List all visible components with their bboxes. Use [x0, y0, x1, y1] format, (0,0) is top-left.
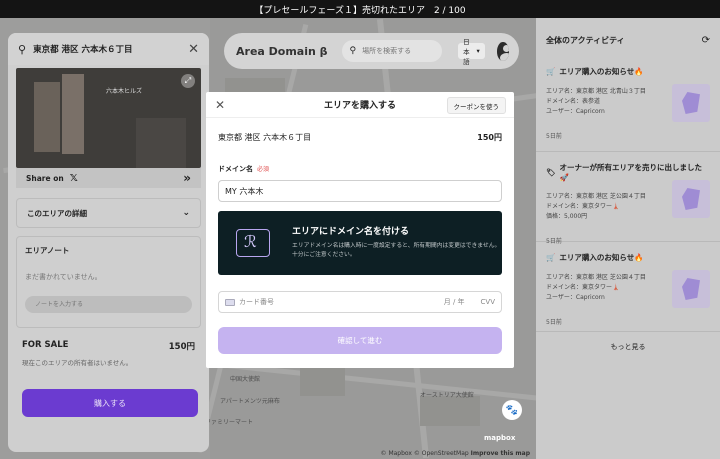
domain-name-input[interactable] [218, 180, 502, 202]
area-thumbnail [672, 270, 710, 308]
mapbox-logo[interactable]: mapbox [484, 434, 515, 442]
activity-date: 5日前 [546, 319, 562, 326]
activity-panel: 全体のアクティビティ ⟳ 🛒 エリア購入のお知らせ🔥 エリア名：東京都 港区 北青… [536, 18, 720, 459]
activity-item-title: オーナーが所有エリアを売りに出しました🚀 [559, 163, 703, 182]
domain-label: ドメイン名 必須 [206, 143, 514, 174]
area-thumbnail [672, 84, 710, 122]
area-price: 150円 [477, 133, 502, 142]
area-aerial-image: 六本木ヒルズ ⤢ [16, 68, 201, 168]
refresh-icon[interactable]: ⟳ [702, 35, 710, 46]
activity-date: 5日前 [546, 133, 562, 140]
activity-item[interactable]: 🛒 エリア購入のお知らせ🔥 エリア名：東京都 港区 北青山３丁目 ドメイン名：表参… [536, 62, 720, 151]
app-logo[interactable]: Area Domain β [236, 45, 328, 58]
chevron-down-icon: ⌄ [182, 208, 190, 218]
location-pin-icon: ⚲ [18, 42, 27, 56]
area-panel-header: ⚲ 東京都 港区 六本木６丁目 ✕ [8, 33, 209, 65]
activity-item[interactable]: 🏷 オーナーが所有エリアを売りに出しました🚀 エリア名：東京都 港区 芝公園４丁目… [536, 152, 720, 245]
activity-item-title: エリア購入のお知らせ🔥 [559, 67, 644, 76]
activity-header: 全体のアクティビティ ⟳ [536, 18, 720, 62]
domain-tag-icon [236, 229, 270, 257]
owner-status: 現在このエリアの所有者はいません。 [22, 359, 133, 367]
buy-button[interactable]: 購入する [22, 389, 198, 417]
language-select[interactable]: 日本語 ▾ [458, 38, 485, 66]
cart-icon: 🛒 [546, 253, 556, 262]
share-on-x-row[interactable]: Share on 𝕏 » [16, 168, 201, 188]
for-sale-label: FOR SALE [22, 340, 69, 350]
language-value: 日本語 [463, 38, 470, 66]
share-label: Share on [26, 173, 64, 183]
area-thumbnail [672, 180, 710, 218]
x-logo-icon: 𝕏 [69, 172, 78, 184]
paw-icon[interactable]: 🐾 [502, 400, 522, 420]
card-expiry-placeholder[interactable]: 月 / 年 [444, 297, 465, 307]
activity-item[interactable]: 🛒 エリア購入のお知らせ🔥 エリア名：東京都 港区 芝公園４丁目 ドメイン名：東京… [536, 242, 720, 331]
image-caption: 六本木ヒルズ [106, 88, 143, 95]
confirm-button[interactable]: 確認して進む [218, 327, 502, 354]
show-more-link[interactable]: もっと見る [536, 332, 720, 352]
note-input[interactable] [25, 296, 192, 313]
attribution-text[interactable]: © Mapbox © OpenStreetMap [381, 450, 469, 457]
credit-card-field[interactable]: カード番号 月 / 年 CVV [218, 291, 502, 313]
caret-down-icon: ▾ [476, 47, 480, 55]
search-icon: ⚲ [349, 46, 357, 56]
top-header: Area Domain β ⚲ 日本語 ▾ [224, 33, 519, 69]
double-chevron-right-icon: » [183, 171, 191, 185]
user-avatar-icon[interactable] [496, 41, 509, 61]
modal-header: ✕ エリアを購入する クーポンを使う [206, 92, 514, 118]
area-title: 東京都 港区 六本木６丁目 [33, 45, 133, 55]
note-empty-text: まだ書かれていません。 [25, 273, 102, 281]
activity-title: 全体のアクティビティ [546, 35, 625, 45]
improve-map-link[interactable]: Improve this map [471, 450, 530, 457]
banner-text: 【プレセールフェーズ１】売切れたエリア 2 / 100 [254, 5, 466, 16]
map-attribution: © Mapbox © OpenStreetMap Improve this ma… [381, 450, 530, 457]
detail-label: このエリアの詳細 [27, 208, 87, 218]
domain-label-text: ドメイン名 [218, 165, 253, 173]
card-cvv-placeholder[interactable]: CVV [481, 298, 495, 306]
area-summary: 東京都 港区 六本木６丁目 150円 [206, 118, 514, 143]
card-number-placeholder[interactable]: カード番号 [239, 297, 440, 307]
credit-card-icon [225, 298, 235, 306]
area-note-section: エリアノート まだ書かれていません。 [16, 236, 201, 328]
tag-icon: 🏷 [546, 167, 556, 177]
required-badge: 必須 [257, 166, 270, 173]
use-coupon-button[interactable]: クーポンを使う [446, 97, 506, 114]
presale-banner: 【プレセールフェーズ１】売切れたエリア 2 / 100 [0, 0, 720, 18]
area-detail-accordion[interactable]: このエリアの詳細 ⌄ [16, 198, 201, 228]
note-title: エリアノート [25, 246, 70, 255]
close-icon[interactable]: ✕ [188, 42, 199, 57]
expand-icon[interactable]: ⤢ [181, 74, 195, 88]
purchase-area-modal: ✕ エリアを購入する クーポンを使う 東京都 港区 六本木６丁目 150円 ドメ… [206, 92, 514, 368]
cart-icon: 🛒 [546, 67, 556, 76]
area-name: 東京都 港区 六本木６丁目 [218, 133, 312, 142]
activity-item-title: エリア購入のお知らせ🔥 [559, 253, 644, 262]
sale-price: 150円 [168, 342, 195, 352]
search-input[interactable] [362, 47, 435, 55]
domain-card-description: エリアドメイン名は購入時に一度設定すると、所有期間内は変更はできません。十分にご… [292, 243, 501, 258]
for-sale-row: FOR SALE 150円 [22, 340, 195, 352]
domain-card-title: エリアにドメイン名を付ける [292, 227, 410, 237]
search-box[interactable]: ⚲ [341, 40, 443, 62]
domain-info-card: エリアにドメイン名を付ける エリアドメイン名は購入時に一度設定すると、所有期間内… [218, 211, 502, 275]
